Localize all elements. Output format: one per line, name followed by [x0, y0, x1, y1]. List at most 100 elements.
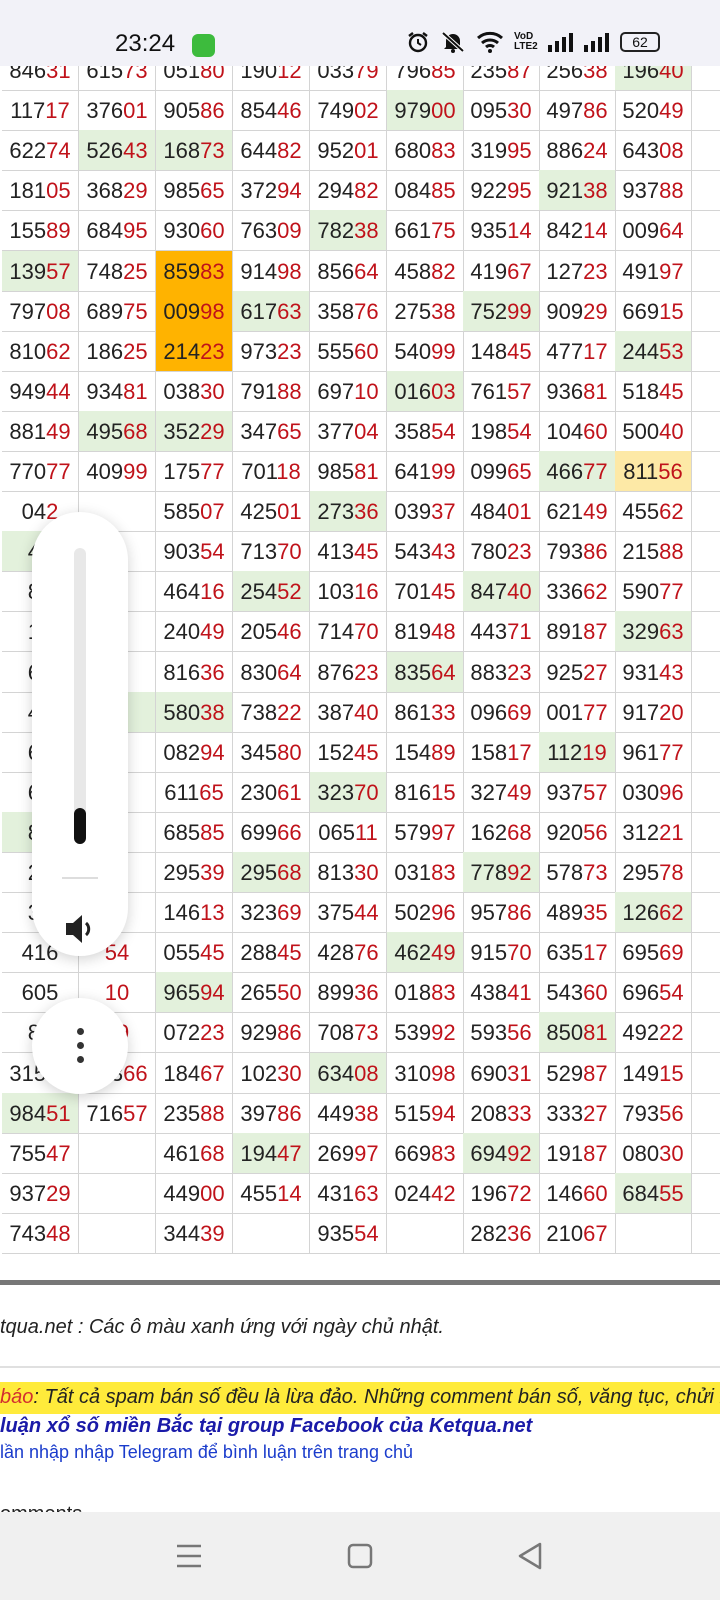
cell-head-digits: 333 [546, 1100, 584, 1126]
table-cell: 74902 [310, 90, 387, 132]
table-cell: 03830 [156, 370, 233, 412]
cell-head-digits: 152 [317, 739, 355, 765]
table-cell [691, 571, 720, 613]
volume-more-button[interactable] [32, 998, 128, 1094]
cell-tail-digits: 94 [200, 980, 225, 1006]
cell-head-digits: 186 [86, 338, 124, 364]
menu-icon[interactable] [167, 1534, 211, 1578]
table-cell: 46677 [539, 451, 616, 492]
table-cell: 84631 [2, 66, 79, 91]
cell-head-digits: 244 [622, 338, 660, 364]
cell-head-digits: 080 [622, 1140, 660, 1166]
wifi-icon [477, 31, 503, 53]
cell-tail-digits: 23 [507, 659, 532, 685]
table-cell [615, 1212, 692, 1254]
table-cell: 24453 [615, 330, 692, 372]
cell-tail-digits: 27 [583, 1100, 608, 1126]
cell-tail-digits: 65 [199, 779, 224, 805]
volume-slider[interactable] [74, 548, 86, 844]
table-cell: 13957 [2, 250, 79, 292]
cell-head-digits: 455 [622, 499, 660, 525]
cell-head-digits: 738 [240, 699, 278, 725]
table-cell: 68495 [79, 210, 156, 252]
table-cell: 05545 [156, 932, 233, 974]
cell-tail-digits: 70 [507, 940, 532, 966]
cell-tail-digits: 63 [354, 1180, 379, 1206]
cell-head-digits: 288 [240, 940, 278, 966]
status-icons: VoD LTE2 62 [406, 30, 660, 54]
table-cell [691, 170, 720, 212]
cell-head-digits: 096 [470, 699, 508, 725]
cell-head-digits: 190 [240, 66, 278, 83]
cell-tail-digits: 92 [507, 1140, 532, 1166]
cell-tail-digits: 29 [123, 178, 148, 204]
cell-tail-digits: 69 [277, 900, 302, 926]
table-cell: 27336 [310, 491, 387, 533]
back-icon[interactable] [508, 1534, 552, 1578]
table-cell: 36829 [79, 170, 156, 212]
cell-tail-digits: 88 [200, 1100, 225, 1126]
cell-head-digits: 520 [622, 98, 660, 124]
cell-tail-digits: 97 [354, 1140, 379, 1166]
cell-tail-digits: 67 [507, 258, 532, 284]
cell-head-digits: 009 [622, 218, 660, 244]
table-cell: 68585 [156, 811, 233, 853]
volume-panel[interactable] [32, 512, 128, 956]
cell-tail-digits: 49 [46, 418, 71, 444]
speaker-icon[interactable] [62, 911, 98, 947]
table-cell: 98565 [156, 170, 233, 212]
cell-head-digits: 690 [470, 1060, 508, 1086]
table-cell: 85446 [233, 90, 310, 132]
cell-head-digits: 580 [163, 699, 201, 725]
cell-head-digits: 856 [317, 258, 355, 284]
cell-tail-digits: 35 [583, 900, 608, 926]
facebook-group-link[interactable]: luận xổ số miền Bắc tại group Facebook c… [0, 1415, 532, 1438]
table-cell: 52049 [615, 90, 692, 132]
telegram-link[interactable]: lần nhập nhập Telegram để bình luận trên… [0, 1442, 413, 1463]
cell-tail-digits: 43 [659, 659, 684, 685]
cell-tail-digits: 50 [277, 980, 302, 1006]
cell-tail-digits: 61 [277, 779, 302, 805]
table-cell [691, 1133, 720, 1174]
cell-tail-digits: 83 [431, 138, 456, 164]
cell-head-digits: 099 [470, 459, 508, 484]
table-cell: 55560 [310, 330, 387, 372]
cell-head-digits: 205 [240, 619, 278, 645]
cell-head-digits: 920 [546, 819, 584, 845]
cell-tail-digits: 38 [354, 1100, 379, 1126]
table-cell: 92527 [539, 651, 616, 693]
table-cell [691, 892, 720, 934]
cell-tail-digits: 30 [507, 98, 532, 124]
table-cell: 93514 [463, 210, 540, 252]
table-cell: 81948 [387, 611, 464, 653]
table-cell: 37294 [233, 170, 310, 212]
table-cell: 92295 [463, 170, 540, 212]
table-cell: 71657 [79, 1092, 156, 1134]
cell-head-digits: 622 [9, 138, 47, 164]
cell-head-digits: 016 [394, 378, 432, 404]
table-cell: 58038 [156, 691, 233, 733]
cell-tail-digits: 68 [507, 819, 532, 845]
cell-head-digits: 419 [470, 258, 508, 284]
cell-tail-digits: 62 [583, 579, 608, 605]
cell-head-digits: 024 [394, 1180, 432, 1206]
cell-head-digits: 985 [163, 178, 201, 204]
cell-tail-digits: 42 [431, 1180, 456, 1206]
table-cell: 06511 [310, 811, 387, 853]
table-cell: 15817 [463, 731, 540, 773]
home-icon[interactable] [338, 1534, 382, 1578]
table-cell: 32370 [310, 771, 387, 813]
cell-head-digits: 095 [470, 98, 508, 124]
cell-tail-digits: 94 [431, 1100, 456, 1126]
table-cell: 89187 [539, 611, 616, 653]
table-cell: 66915 [615, 290, 692, 332]
cell-head-digits: 883 [470, 659, 508, 685]
cell-tail-digits: 54 [659, 980, 684, 1006]
cell-head-digits: 214 [163, 338, 201, 364]
cell-head-digits: 701 [241, 459, 277, 484]
cell-tail-digits: 23 [200, 1020, 225, 1046]
table-cell: 61165 [156, 771, 233, 813]
cell-head-digits: 146 [546, 1180, 584, 1206]
cell-head-digits: 931 [622, 659, 660, 685]
cell-head-digits: 072 [163, 1020, 201, 1046]
